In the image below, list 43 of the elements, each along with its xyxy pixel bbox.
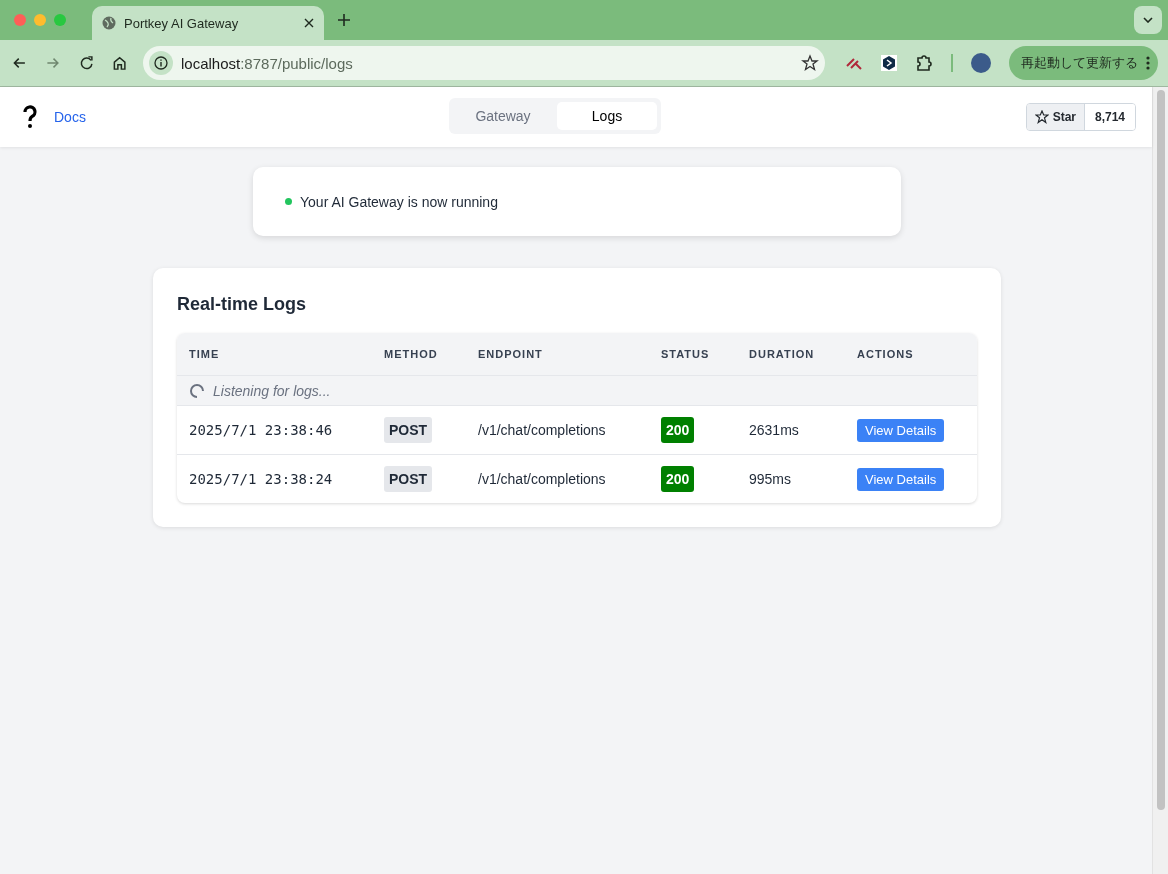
table-cell-text: 2025/7/1 23:38:46 [189, 422, 334, 438]
listening-message: Listening for logs... [213, 382, 331, 399]
new-tab-icon[interactable] [338, 14, 350, 26]
column-header: ENDPOINT [478, 348, 544, 360]
docs-link[interactable]: Docs [54, 109, 86, 125]
more-icon[interactable] [1146, 56, 1150, 70]
star-icon [1034, 110, 1049, 124]
status-dot [285, 198, 292, 205]
view-tab[interactable]: Logs [557, 102, 657, 130]
method-tag: POST [384, 417, 433, 443]
star-button[interactable]: Star [1026, 104, 1085, 130]
logs-title: Real-time Logs [177, 294, 308, 315]
profile-avatar[interactable] [971, 53, 991, 73]
extension-icon[interactable] [881, 55, 897, 71]
table-cell-text: /v1/chat/completions [478, 471, 607, 487]
chevron-down-icon [1143, 17, 1153, 23]
table-cell-text: 2025/7/1 23:38:24 [189, 471, 334, 487]
view-tab[interactable]: Gateway [453, 102, 553, 130]
column-header: DURATION [749, 348, 816, 360]
puzzle-piece-icon[interactable] [915, 54, 933, 72]
address-bar[interactable]: localhost:8787/public/logs [143, 46, 825, 80]
update-button[interactable]: 再起動して更新する [1009, 46, 1158, 80]
table-cell-text: /v1/chat/completions [478, 422, 607, 438]
method-tag: POST [384, 466, 433, 492]
column-header: METHOD [384, 348, 439, 360]
view-details-button[interactable]: View Details [857, 467, 945, 491]
view-details-button[interactable]: View Details [857, 418, 945, 442]
bookmark-star-icon[interactable] [801, 54, 819, 72]
column-header: TIME [189, 348, 221, 360]
browser-tab[interactable]: Portkey AI Gateway [92, 6, 324, 40]
status-tag: 200 [661, 466, 695, 492]
close-icon[interactable] [304, 18, 314, 28]
column-header: STATUS [661, 348, 711, 360]
table-cell-text: 2631ms [749, 422, 800, 438]
globe-icon [102, 16, 116, 30]
spinner-icon [189, 382, 205, 399]
tab-search-button[interactable] [1134, 6, 1162, 34]
status-message: Your AI Gateway is now running [300, 193, 498, 210]
question-mark-icon[interactable] [22, 105, 38, 129]
status-tag: 200 [661, 417, 695, 443]
table-cell-text: 995ms [749, 471, 793, 487]
info-icon[interactable] [154, 56, 168, 70]
column-header: ACTIONS [857, 348, 915, 360]
